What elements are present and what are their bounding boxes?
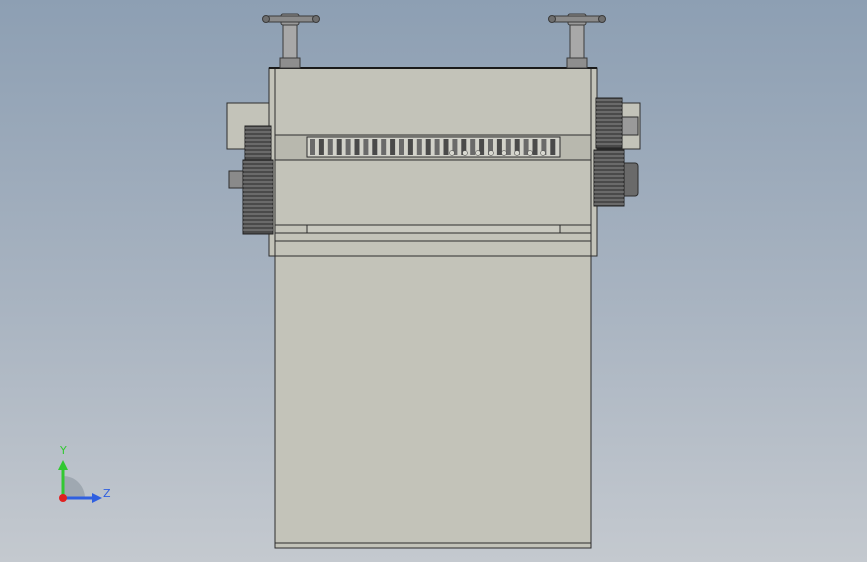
gear-body: [244, 125, 272, 161]
axis-z-label: Z: [103, 487, 111, 500]
cutter-tooth: [381, 139, 387, 155]
axis-y-label: Y: [60, 444, 67, 457]
cutter-roller-slot[interactable]: [306, 136, 561, 158]
cutter-tooth: [399, 139, 404, 155]
lower-cabinet[interactable]: [274, 240, 592, 549]
cutter-tooth: [434, 139, 440, 155]
cutter-tooth: [336, 139, 342, 155]
guide-plate[interactable]: [306, 224, 561, 234]
cutter-disc: [540, 150, 546, 156]
cutter-tooth: [345, 139, 351, 155]
cutter-tooth: [407, 139, 413, 155]
cutter-disc: [527, 150, 533, 156]
cutter-disc: [449, 150, 455, 156]
cutter-tooth: [550, 139, 556, 155]
right-shaft-stub-upper[interactable]: [621, 116, 639, 136]
cutter-disc: [501, 150, 507, 156]
machine-model-front-view[interactable]: [0, 0, 867, 562]
cutter-disc: [475, 150, 481, 156]
cutter-tooth: [390, 139, 396, 155]
gear-body: [593, 149, 625, 207]
cad-viewport[interactable]: Y Z: [0, 0, 867, 562]
cutter-disc: [462, 150, 468, 156]
cutter-disc: [488, 150, 494, 156]
triad-axes: [58, 460, 102, 503]
cutter-tooth: [443, 139, 449, 155]
left-gear-stack[interactable]: [242, 125, 274, 235]
cutter-tooth: [318, 139, 324, 155]
cutter-tooth: [416, 139, 422, 155]
orientation-triad[interactable]: Y Z: [40, 440, 130, 520]
cutter-tooth: [327, 139, 333, 155]
left-t-handle[interactable]: [262, 13, 320, 69]
cutter-tooth: [354, 139, 360, 155]
cutter-disc: [514, 150, 520, 156]
cutter-tooth: [532, 139, 538, 155]
cutter-tooth: [496, 139, 502, 155]
right-t-handle[interactable]: [548, 13, 606, 69]
cutter-tooth: [363, 139, 369, 155]
cutter-tooth: [425, 139, 431, 155]
right-gear-stack[interactable]: [593, 97, 625, 207]
gear-body: [242, 159, 274, 235]
cutter-tooth: [310, 139, 315, 155]
cutter-tooth: [470, 139, 476, 155]
cutter-tooth: [372, 139, 378, 155]
